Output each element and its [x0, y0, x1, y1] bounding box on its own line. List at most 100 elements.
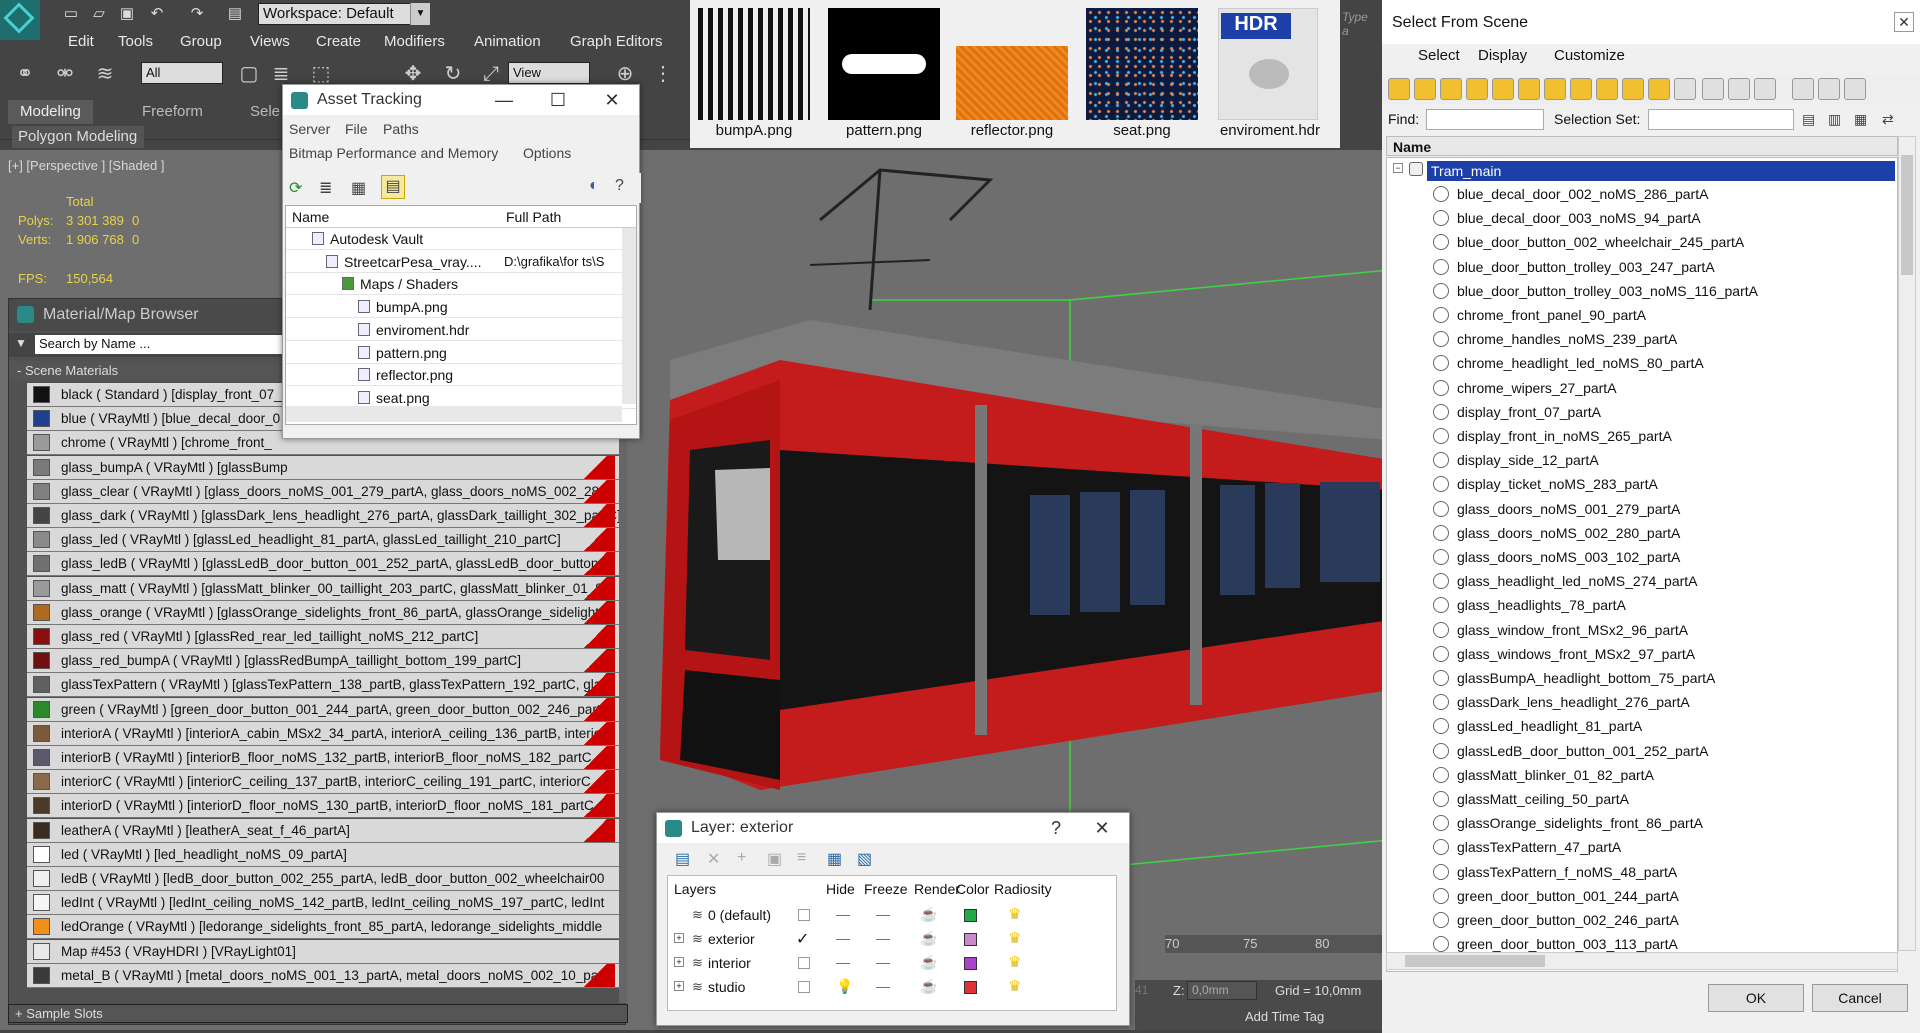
- menu-animation[interactable]: Animation: [474, 33, 541, 50]
- scene-object-row[interactable]: blue_door_button_trolley_003_noMS_116_pa…: [1387, 279, 1897, 303]
- scene-object-row[interactable]: display_front_07_partA: [1387, 400, 1897, 424]
- layer-color-swatch[interactable]: [964, 933, 977, 946]
- render-teapot-icon[interactable]: ☕: [920, 954, 937, 971]
- column-hide[interactable]: Hide: [826, 881, 855, 897]
- select-in-layer-icon[interactable]: ▣: [767, 849, 782, 869]
- material-row[interactable]: metal_B ( VRayMtl ) [metal_doors_noMS_00…: [27, 963, 627, 988]
- save-icon[interactable]: ▣: [118, 5, 136, 23]
- material-row[interactable]: ledOrange ( VRayMtl ) [ledorange_sidelig…: [27, 915, 627, 940]
- menu-bitmap-performance[interactable]: Bitmap Performance and Memory: [289, 145, 498, 161]
- material-row[interactable]: ledB ( VRayMtl ) [ledB_door_button_002_2…: [27, 867, 627, 891]
- hide-toggle[interactable]: —: [836, 930, 850, 946]
- app-logo[interactable]: [0, 0, 40, 40]
- reference-coordinate-dropdown[interactable]: View: [508, 62, 590, 84]
- find-input[interactable]: [1426, 109, 1544, 130]
- close-icon[interactable]: ✕: [595, 87, 629, 113]
- scene-object-row[interactable]: glass_doors_noMS_001_279_partA: [1387, 497, 1897, 521]
- asset-row[interactable]: StreetcarPesa_vray.... D:\grafika\for ts\…: [286, 251, 636, 273]
- asset-scrollbar[interactable]: [622, 228, 636, 404]
- menu-customize[interactable]: Customize: [1554, 47, 1625, 64]
- maximize-icon[interactable]: ☐: [541, 87, 575, 113]
- open-file-icon[interactable]: ▱: [90, 5, 108, 23]
- table-view-icon[interactable]: ▤: [381, 175, 405, 199]
- material-row[interactable]: glass_matt ( VRayMtl ) [glassMatt_blinke…: [27, 576, 627, 601]
- material-row[interactable]: glass_red_bumpA ( VRayMtl ) [glassRedBum…: [27, 649, 627, 674]
- collapse-icon[interactable]: −: [1393, 163, 1403, 173]
- new-layer-icon[interactable]: ▤: [675, 849, 690, 869]
- thumbnail-view-icon[interactable]: ▦: [351, 178, 366, 198]
- asset-row[interactable]: Autodesk Vault: [286, 228, 636, 250]
- sort-icon[interactable]: [1818, 78, 1840, 100]
- material-row[interactable]: green ( VRayMtl ) [green_door_button_001…: [27, 697, 627, 722]
- expand-icon[interactable]: +: [674, 981, 684, 991]
- freeze-toggle[interactable]: —: [876, 954, 890, 970]
- add-to-layer-icon[interactable]: +: [737, 849, 746, 867]
- unlink-icon[interactable]: ⚮: [52, 61, 78, 87]
- menu-server[interactable]: Server: [289, 121, 330, 137]
- scene-object-row[interactable]: chrome_wipers_27_partA: [1387, 376, 1897, 400]
- name-column-header[interactable]: Name: [1386, 136, 1898, 156]
- ok-button[interactable]: OK: [1708, 984, 1804, 1012]
- menu-views[interactable]: Views: [250, 33, 290, 50]
- freeze-all-icon[interactable]: ▧: [857, 849, 872, 869]
- scene-object-row[interactable]: glass_window_front_MSx2_96_partA: [1387, 618, 1897, 642]
- menu-modifiers[interactable]: Modifiers: [384, 33, 445, 50]
- chevron-down-icon[interactable]: ▼: [410, 3, 430, 25]
- scene-object-row[interactable]: glass_headlight_led_noMS_274_partA: [1387, 569, 1897, 593]
- selection-set-edit-icon[interactable]: ▤: [1802, 111, 1815, 128]
- selection-set-dropdown[interactable]: [1648, 109, 1794, 130]
- scene-object-row[interactable]: glassMatt_blinker_01_82_partA: [1387, 763, 1897, 787]
- layer-toggle-icon[interactable]: [1844, 78, 1866, 100]
- coord-z-field[interactable]: 0,0mm: [1187, 981, 1257, 1000]
- layer-color-swatch[interactable]: [964, 981, 977, 994]
- menu-group[interactable]: Group: [180, 33, 222, 50]
- scene-object-row[interactable]: glass_headlights_78_partA: [1387, 593, 1897, 617]
- select-from-scene-titlebar[interactable]: Select From Scene ✕: [1382, 0, 1920, 44]
- expand-icon[interactable]: +: [674, 933, 684, 943]
- material-row[interactable]: glass_ledB ( VRayMtl ) [glassLedB_door_b…: [27, 552, 627, 577]
- material-search-input[interactable]: Search by Name ...: [35, 335, 291, 354]
- scene-object-row[interactable]: blue_decal_door_003_noMS_94_partA: [1387, 206, 1897, 230]
- tree-horizontal-scrollbar[interactable]: [1386, 952, 1898, 970]
- bumpA-thumbnail[interactable]: [698, 8, 810, 120]
- column-name-header[interactable]: Name: [292, 209, 329, 225]
- material-row[interactable]: interiorB ( VRayMtl ) [interiorB_floor_n…: [27, 746, 627, 770]
- spacewarps-filter-icon[interactable]: [1518, 78, 1540, 100]
- bind-spacewarp-icon[interactable]: ≋: [92, 61, 118, 87]
- search-hint[interactable]: Type a: [1342, 10, 1368, 38]
- close-icon[interactable]: ✕: [1894, 12, 1914, 32]
- containers-filter-icon[interactable]: [1622, 78, 1644, 100]
- menu-file[interactable]: File: [345, 121, 368, 137]
- material-row[interactable]: interiorA ( VRayMtl ) [interiorA_cabin_M…: [27, 721, 627, 746]
- scene-object-row[interactable]: green_door_button_001_244_partA: [1387, 884, 1897, 908]
- help-icon[interactable]: ?: [615, 177, 624, 195]
- undo-icon[interactable]: ↶: [148, 5, 166, 23]
- project-folder-icon[interactable]: ▤: [226, 5, 244, 23]
- scene-object-row[interactable]: blue_door_button_002_wheelchair_245_part…: [1387, 230, 1897, 254]
- freeze-toggle[interactable]: —: [876, 978, 890, 994]
- render-teapot-icon[interactable]: ☕: [920, 930, 937, 947]
- search-options-icon[interactable]: ▼: [15, 336, 27, 350]
- scene-object-row[interactable]: glassLed_headlight_81_partA: [1387, 714, 1897, 738]
- material-row[interactable]: glass_dark ( VRayMtl ) [glassDark_lens_h…: [27, 504, 627, 528]
- groups-filter-icon[interactable]: [1544, 78, 1566, 100]
- polygon-modeling-button[interactable]: Polygon Modeling: [12, 126, 144, 148]
- asset-row[interactable]: pattern.png: [286, 342, 636, 364]
- menu-graph-editors[interactable]: Graph Editors: [570, 33, 663, 50]
- material-row[interactable]: interiorD ( VRayMtl ) [interiorD_floor_n…: [27, 794, 627, 819]
- menu-options[interactable]: Options: [523, 145, 571, 161]
- workspace-select[interactable]: Workspace: Default: [258, 3, 430, 25]
- menu-display[interactable]: Display: [1478, 47, 1527, 64]
- remove-selection-set-icon[interactable]: ▦: [1854, 111, 1867, 128]
- scene-object-row[interactable]: glassLedB_door_button_001_252_partA: [1387, 739, 1897, 763]
- close-icon[interactable]: ✕: [1085, 815, 1119, 841]
- column-fullpath-header[interactable]: Full Path: [506, 209, 561, 225]
- expand-icon[interactable]: +: [674, 957, 684, 967]
- freeze-toggle[interactable]: —: [876, 930, 890, 946]
- active-layer-checkbox[interactable]: [798, 909, 810, 921]
- refresh-icon[interactable]: ⟳: [289, 178, 302, 198]
- column-freeze[interactable]: Freeze: [864, 881, 908, 897]
- render-teapot-icon[interactable]: ☕: [920, 978, 937, 995]
- pattern-thumbnail[interactable]: [828, 8, 940, 120]
- column-render[interactable]: Render: [914, 881, 960, 897]
